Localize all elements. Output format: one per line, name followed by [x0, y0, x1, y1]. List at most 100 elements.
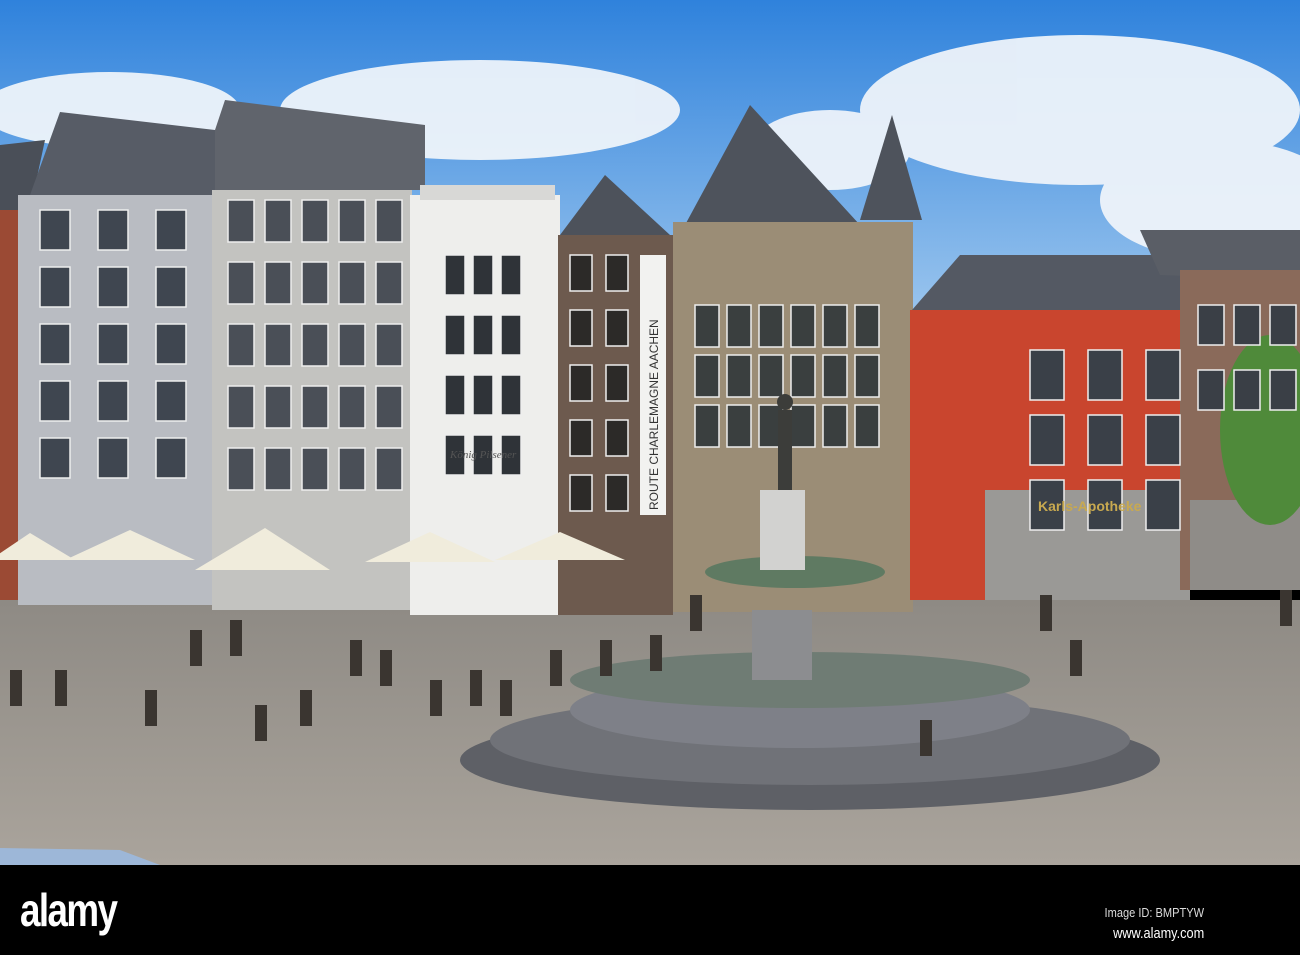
- window: [758, 354, 784, 398]
- window: [1145, 414, 1181, 466]
- pharmacy-sign: Karls-Apotheke: [1038, 498, 1142, 514]
- window: [605, 364, 629, 402]
- window: [854, 354, 880, 398]
- window: [822, 354, 848, 398]
- window: [264, 261, 292, 305]
- window: [264, 199, 292, 243]
- person: [1280, 590, 1292, 626]
- window: [1233, 304, 1261, 346]
- window: [605, 309, 629, 347]
- person: [500, 680, 512, 716]
- window: [155, 209, 187, 251]
- window: [1029, 414, 1065, 466]
- person: [600, 640, 612, 676]
- person: [1070, 640, 1082, 676]
- window: [264, 447, 292, 491]
- person: [1040, 595, 1052, 631]
- stock-photo: ROUTE CHARLEMAGNE AACHEN Karls-Apotheke …: [0, 0, 1300, 955]
- person: [920, 720, 932, 756]
- window: [694, 404, 720, 448]
- window: [338, 261, 366, 305]
- window: [854, 404, 880, 448]
- window: [1145, 479, 1181, 531]
- alamy-logo: alamy: [20, 884, 118, 936]
- window: [444, 314, 466, 356]
- window: [227, 261, 255, 305]
- window: [97, 266, 129, 308]
- window: [726, 404, 752, 448]
- window: [444, 374, 466, 416]
- window: [155, 437, 187, 479]
- beer-sign: König Pilsener: [449, 449, 517, 461]
- window: [472, 374, 494, 416]
- window: [569, 364, 593, 402]
- window: [97, 323, 129, 365]
- window: [39, 209, 71, 251]
- window: [605, 419, 629, 457]
- window: [227, 447, 255, 491]
- window: [264, 385, 292, 429]
- window: [472, 254, 494, 296]
- window: [39, 266, 71, 308]
- window: [1269, 304, 1297, 346]
- window: [375, 447, 403, 491]
- window: [822, 404, 848, 448]
- window: [1269, 369, 1297, 411]
- window: [822, 304, 848, 348]
- window: [301, 323, 329, 367]
- window: [155, 266, 187, 308]
- person: [690, 595, 702, 631]
- banner-sign: ROUTE CHARLEMAGNE AACHEN: [647, 319, 661, 510]
- person: [300, 690, 312, 726]
- window: [1145, 349, 1181, 401]
- window: [155, 380, 187, 422]
- window: [1029, 349, 1065, 401]
- window: [375, 385, 403, 429]
- window: [605, 474, 629, 512]
- window: [569, 254, 593, 292]
- window: [39, 437, 71, 479]
- window: [227, 385, 255, 429]
- window: [264, 323, 292, 367]
- person: [350, 640, 362, 676]
- person: [650, 635, 662, 671]
- person: [55, 670, 67, 706]
- market-square-photo: ROUTE CHARLEMAGNE AACHEN Karls-Apotheke …: [0, 0, 1300, 865]
- person: [145, 690, 157, 726]
- window: [605, 254, 629, 292]
- window: [569, 474, 593, 512]
- window: [375, 261, 403, 305]
- window: [1197, 304, 1225, 346]
- window: [1197, 369, 1225, 411]
- window: [97, 209, 129, 251]
- person: [380, 650, 392, 686]
- window: [301, 385, 329, 429]
- window: [301, 261, 329, 305]
- window: [39, 380, 71, 422]
- window: [338, 323, 366, 367]
- window: [500, 374, 522, 416]
- window: [726, 354, 752, 398]
- window: [444, 254, 466, 296]
- window: [155, 323, 187, 365]
- window: [569, 419, 593, 457]
- window: [39, 323, 71, 365]
- window: [338, 447, 366, 491]
- window: [790, 304, 816, 348]
- window: [227, 199, 255, 243]
- window: [97, 380, 129, 422]
- watermark-bar: alamy Image ID: BMPTYW www.alamy.com: [0, 865, 1300, 955]
- person: [430, 680, 442, 716]
- window: [375, 199, 403, 243]
- window: [338, 385, 366, 429]
- person: [10, 670, 22, 706]
- person: [190, 630, 202, 666]
- person: [470, 670, 482, 706]
- window: [375, 323, 403, 367]
- window: [472, 314, 494, 356]
- window: [694, 354, 720, 398]
- window: [500, 254, 522, 296]
- person: [230, 620, 242, 656]
- window: [726, 304, 752, 348]
- window: [790, 354, 816, 398]
